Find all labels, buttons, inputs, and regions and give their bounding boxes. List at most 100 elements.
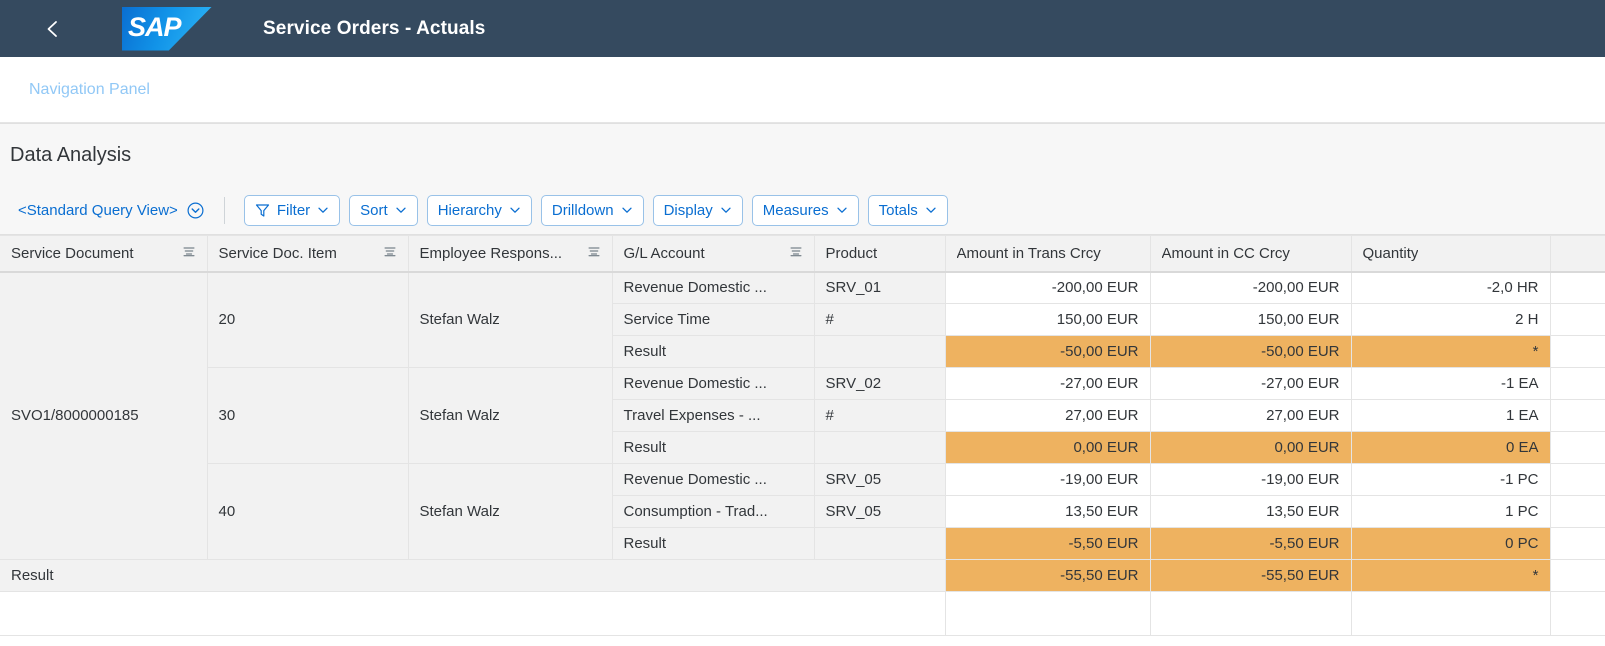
- section-title: Data Analysis: [10, 143, 132, 166]
- cell-quantity: 1 PC: [1351, 495, 1551, 528]
- column-menu-icon[interactable]: [587, 244, 601, 262]
- cell-employee-responsible: Stefan Walz: [408, 463, 613, 560]
- table-row[interactable]: 40 Stefan Walz Revenue Domestic ... SRV_…: [0, 463, 1605, 560]
- navigation-panel-link[interactable]: Navigation Panel: [29, 81, 150, 99]
- column-header-label: G/L Account: [623, 244, 705, 262]
- cell-amount-cc-crcy-result: 0,00 EUR: [1150, 431, 1352, 464]
- totals-button[interactable]: Totals: [867, 194, 948, 226]
- cell-quantity: 1 EA: [1351, 399, 1551, 432]
- cell-amount-trans-crcy-result: -50,00 EUR: [945, 335, 1151, 368]
- cell-employee-responsible: Stefan Walz: [408, 367, 613, 464]
- sort-button-label: Sort: [360, 201, 388, 219]
- column-menu-icon[interactable]: [182, 244, 196, 262]
- column-menu-icon[interactable]: [383, 244, 397, 262]
- navigation-panel-bar: Navigation Panel: [0, 57, 1605, 123]
- column-header-label: Product: [825, 244, 878, 262]
- cell-amount-cc-crcy-result: -50,00 EUR: [1150, 335, 1352, 368]
- cell-quantity-result: 0 PC: [1351, 527, 1551, 560]
- column-header-label: Quantity: [1362, 244, 1419, 262]
- cell-amount-cc-crcy-result: -5,50 EUR: [1150, 527, 1352, 560]
- column-header-quantity[interactable]: Quantity: [1351, 235, 1551, 273]
- cell-amount-cc-crcy: -27,00 EUR: [1150, 367, 1352, 400]
- cell-quantity: -1 EA: [1351, 367, 1551, 400]
- cell-amount-trans-crcy-result: -5,50 EUR: [945, 527, 1151, 560]
- sort-button[interactable]: Sort: [349, 194, 418, 226]
- chevron-down-icon: [509, 204, 521, 216]
- cell-gl-account-result: Result: [612, 527, 815, 560]
- column-header-amount-cc-crcy[interactable]: Amount in CC Crcy: [1150, 235, 1352, 273]
- chevron-down-icon: [395, 204, 407, 216]
- cell-spacer: [1550, 271, 1605, 304]
- column-header-service-doc-item[interactable]: Service Doc. Item: [207, 235, 409, 273]
- table-filler-row: [0, 591, 1605, 636]
- column-header-label: Service Doc. Item: [218, 244, 337, 262]
- filler-spacer: [1550, 591, 1605, 636]
- column-header-label: Service Document: [11, 244, 134, 262]
- drilldown-button[interactable]: Drilldown: [540, 194, 644, 226]
- sap-logo-text: SAP: [128, 11, 182, 42]
- hierarchy-button[interactable]: Hierarchy: [426, 194, 532, 226]
- column-header-gl-account[interactable]: G/L Account: [612, 235, 815, 273]
- measures-button[interactable]: Measures: [751, 194, 859, 226]
- cell-amount-trans-crcy: -200,00 EUR: [945, 271, 1151, 304]
- totals-button-label: Totals: [878, 201, 918, 219]
- back-button[interactable]: [36, 12, 70, 46]
- sap-logo[interactable]: SAP: [122, 6, 212, 51]
- cell-amount-cc-crcy: -19,00 EUR: [1150, 463, 1352, 496]
- hierarchy-button-label: Hierarchy: [437, 201, 502, 219]
- cell-amount-trans-crcy: 27,00 EUR: [945, 399, 1151, 432]
- toolbar-separator: [223, 196, 225, 224]
- column-menu-icon[interactable]: [789, 244, 803, 262]
- cell-product: SRV_02: [814, 367, 946, 400]
- filter-button[interactable]: Filter: [243, 194, 341, 226]
- table-row[interactable]: SVO1/8000000185 20 Stefan Walz Revenue D…: [0, 271, 1605, 560]
- page-title: Service Orders - Actuals: [263, 17, 486, 39]
- data-analysis-section: Data Analysis <Standard Query View> Filt…: [0, 123, 1605, 235]
- cell-grand-total-trans: -55,50 EUR: [945, 559, 1151, 592]
- cell-gl-account: Travel Expenses - ...: [612, 399, 815, 432]
- cell-employee-responsible: Stefan Walz: [408, 271, 613, 368]
- cell-amount-trans-crcy: -27,00 EUR: [945, 367, 1151, 400]
- column-header-amount-trans-crcy[interactable]: Amount in Trans Crcy: [945, 235, 1151, 273]
- column-header-employee-responsible[interactable]: Employee Respons...: [408, 235, 613, 273]
- cell-grand-total-label: Result: [0, 559, 946, 592]
- measures-button-label: Measures: [762, 201, 829, 219]
- cell-gl-account: Revenue Domestic ...: [612, 367, 815, 400]
- cell-quantity-result: *: [1351, 335, 1551, 368]
- cell-service-document: SVO1/8000000185: [0, 271, 208, 560]
- chevron-down-icon: [720, 204, 732, 216]
- cell-quantity: -1 PC: [1351, 463, 1551, 496]
- query-view-label: <Standard Query View>: [18, 201, 178, 219]
- chevron-down-icon: [925, 204, 937, 216]
- cell-product: SRV_05: [814, 495, 946, 528]
- table-row[interactable]: 30 Stefan Walz Revenue Domestic ... SRV_…: [0, 367, 1605, 464]
- column-header-service-document[interactable]: Service Document: [0, 235, 208, 273]
- cell-gl-account: Service Time: [612, 303, 815, 336]
- cell-amount-trans-crcy: 150,00 EUR: [945, 303, 1151, 336]
- column-header-product[interactable]: Product: [814, 235, 946, 273]
- cell-spacer: [1550, 399, 1605, 432]
- cell-service-doc-item: 40: [207, 463, 409, 560]
- cell-spacer: [1550, 431, 1605, 464]
- cell-quantity: -2,0 HR: [1351, 271, 1551, 304]
- chevron-down-icon: [621, 204, 633, 216]
- chevron-down-icon: [836, 204, 848, 216]
- cell-spacer: [1550, 463, 1605, 496]
- shell-header: SAP Service Orders - Actuals: [0, 0, 1605, 57]
- cell-gl-account: Consumption - Trad...: [612, 495, 815, 528]
- cell-quantity: 2 H: [1351, 303, 1551, 336]
- column-header-spacer: [1550, 235, 1605, 273]
- filter-icon: [255, 203, 270, 218]
- cell-amount-cc-crcy: 27,00 EUR: [1150, 399, 1352, 432]
- table-grand-total-row[interactable]: Result -55,50 EUR -55,50 EUR *: [0, 559, 1605, 592]
- column-header-label: Employee Respons...: [419, 244, 563, 262]
- cell-product: SRV_01: [814, 271, 946, 304]
- display-button[interactable]: Display: [652, 194, 743, 226]
- display-button-label: Display: [663, 201, 713, 219]
- analysis-table-container[interactable]: Service Document Service Doc. Item Emplo…: [0, 235, 1605, 636]
- cell-service-doc-item: 30: [207, 367, 409, 464]
- cell-amount-trans-crcy-result: 0,00 EUR: [945, 431, 1151, 464]
- query-view-selector[interactable]: <Standard Query View>: [18, 202, 204, 219]
- cell-spacer: [1550, 335, 1605, 368]
- cell-product-result: [814, 335, 946, 368]
